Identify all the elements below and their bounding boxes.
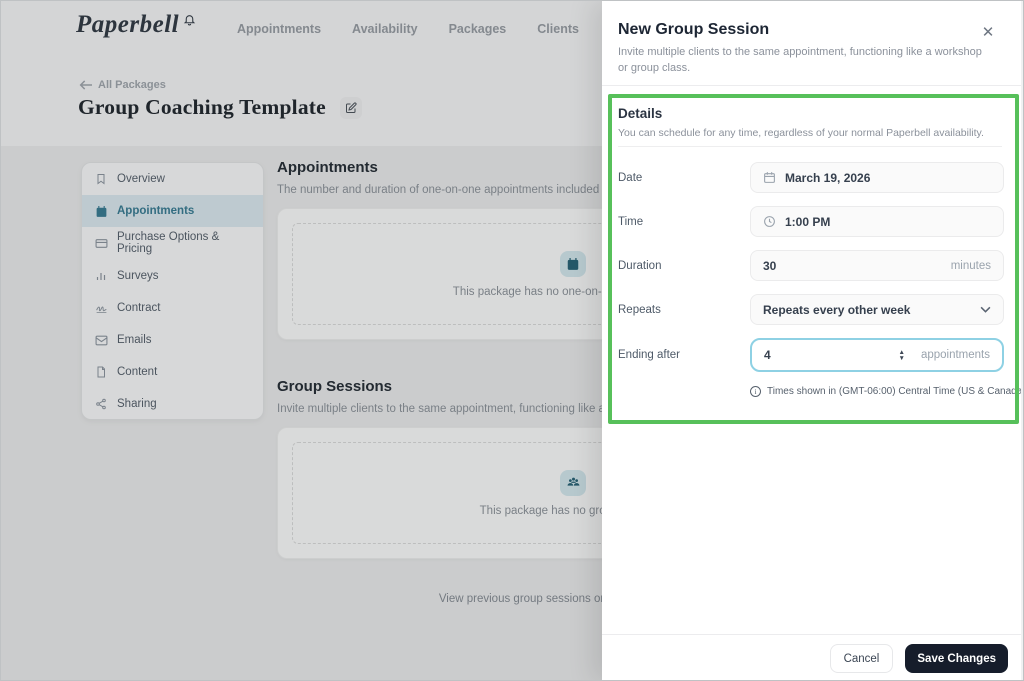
repeats-row: Repeats Repeats every other week (618, 294, 1004, 325)
ending-after-unit: appointments (920, 349, 990, 361)
modal-footer: Cancel Save Changes (602, 634, 1023, 680)
details-divider (618, 146, 1002, 147)
timezone-note: i Times shown in (GMT-06:00) Central Tim… (750, 386, 1024, 397)
duration-unit: minutes (950, 259, 991, 272)
ending-after-row: Ending after 4 ▲ ▼ appointments (618, 338, 1004, 372)
time-row: Time 1:00 PM (618, 206, 1004, 237)
duration-input[interactable]: 30 minutes (750, 250, 1004, 281)
duration-value: 30 (763, 258, 777, 273)
repeats-select[interactable]: Repeats every other week (750, 294, 1004, 325)
time-value: 1:00 PM (785, 214, 831, 229)
ending-after-value: 4 (764, 348, 771, 362)
close-icon[interactable]: ✕ (979, 23, 997, 41)
timezone-note-text: Times shown in (GMT-06:00) Central Time … (767, 386, 1024, 397)
modal-backdrop[interactable] (1, 1, 602, 680)
clock-icon (763, 215, 776, 228)
details-section-title: Details (618, 106, 663, 121)
new-group-session-modal: New Group Session Invite multiple client… (602, 1, 1024, 680)
time-input[interactable]: 1:00 PM (750, 206, 1004, 237)
save-changes-button[interactable]: Save Changes (905, 644, 1008, 673)
date-row: Date March 19, 2026 (618, 162, 1004, 193)
ending-after-label: Ending after (618, 349, 681, 361)
date-value: March 19, 2026 (785, 170, 871, 185)
details-form: Date March 19, 2026 Time 1:00 PM Duratio… (618, 162, 1004, 385)
info-icon: i (750, 386, 761, 397)
cancel-button[interactable]: Cancel (829, 644, 894, 673)
duration-row: Duration 30 minutes (618, 250, 1004, 281)
number-stepper-icon[interactable]: ▲ ▼ (899, 349, 905, 362)
repeats-value: Repeats every other week (763, 302, 911, 317)
time-label: Time (618, 215, 644, 228)
calendar-icon (763, 171, 776, 184)
chevron-down-icon (980, 306, 991, 313)
modal-title: New Group Session (618, 21, 770, 38)
ending-after-input[interactable]: 4 ▲ ▼ appointments (750, 338, 1004, 372)
date-input[interactable]: March 19, 2026 (750, 162, 1004, 193)
repeats-label: Repeats (618, 303, 661, 316)
date-label: Date (618, 171, 643, 184)
duration-label: Duration (618, 259, 662, 272)
details-section-subtitle: You can schedule for any time, regardles… (618, 127, 984, 139)
screen: Paperbell Appointments Availability Pack… (0, 0, 1024, 681)
modal-subtitle: Invite multiple clients to the same appo… (618, 46, 982, 74)
